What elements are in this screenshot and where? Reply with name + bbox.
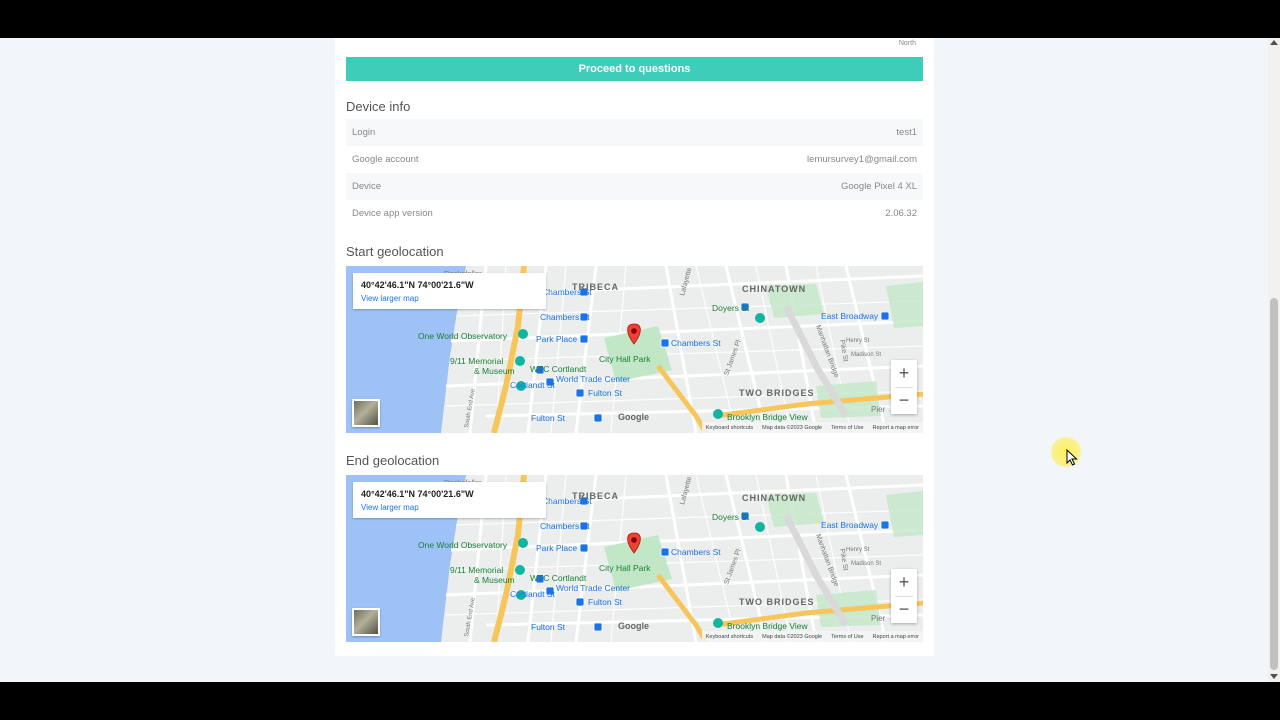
page-viewport: North Proceed to questions Device info L… — [0, 38, 1268, 682]
svg-text:Cortlandt St: Cortlandt St — [510, 380, 556, 390]
map-info-card: 40°42'46.1"N 74°00'21.6"W View larger ma… — [353, 273, 546, 309]
mouse-pointer-icon — [1066, 449, 1078, 466]
info-value: 2.06.32 — [885, 208, 917, 219]
svg-text:& Museum: & Museum — [474, 366, 515, 376]
svg-text:Pier: Pier — [871, 614, 886, 623]
device-info-title: Device info — [346, 99, 411, 114]
satellite-toggle-button[interactable] — [352, 608, 380, 636]
svg-text:Park Place: Park Place — [536, 543, 577, 553]
map-data-text: Map data ©2023 Google — [762, 633, 823, 640]
svg-text:Doyers St: Doyers St — [712, 303, 750, 313]
svg-text:Google: Google — [618, 412, 649, 422]
svg-text:Chambers St: Chambers St — [540, 521, 590, 531]
svg-text:Madison St: Madison St — [851, 561, 881, 567]
zoom-out-button[interactable]: − — [891, 387, 917, 414]
scrollbar-thumb[interactable] — [1270, 298, 1278, 670]
svg-text:WTC Cortlandt: WTC Cortlandt — [530, 573, 587, 583]
svg-text:Cortlandt St: Cortlandt St — [510, 589, 556, 599]
scroll-up-arrow-icon[interactable] — [1270, 40, 1278, 45]
svg-text:Chambers St: Chambers St — [542, 287, 592, 297]
svg-text:World Trade Center: World Trade Center — [556, 374, 630, 384]
coordinates-text: 40°42'46.1"N 74°00'21.6"W — [361, 280, 474, 290]
svg-text:9/11 Memorial: 9/11 Memorial — [450, 565, 503, 575]
svg-text:Chambers St: Chambers St — [542, 496, 592, 506]
zoom-controls: + − — [891, 360, 917, 414]
zoom-out-button[interactable]: − — [891, 596, 917, 623]
terms-link[interactable]: Terms of Use — [831, 634, 863, 640]
svg-text:Fulton St: Fulton St — [531, 413, 566, 423]
svg-text:One World Observatory: One World Observatory — [418, 540, 508, 550]
svg-text:CHINATOWN: CHINATOWN — [742, 493, 806, 503]
svg-text:TWO BRIDGES: TWO BRIDGES — [739, 597, 815, 607]
map-attribution: Keyboard shortcuts Map data ©2023 Google… — [701, 422, 923, 433]
start-geolocation-map[interactable]: TRIBECA CHINATOWN TWO BRIDGES One World … — [346, 266, 923, 433]
svg-text:TWO BRIDGES: TWO BRIDGES — [739, 388, 815, 398]
info-label: Device app version — [352, 208, 433, 219]
svg-text:Google: Google — [618, 621, 649, 631]
svg-text:Doyers St: Doyers St — [712, 512, 750, 522]
survey-card: North Proceed to questions Device info L… — [335, 38, 934, 656]
map-data-text: Map data ©2023 Google — [762, 424, 823, 431]
end-geolocation-title: End geolocation — [346, 453, 440, 468]
info-value: test1 — [896, 127, 917, 138]
start-geolocation-title: Start geolocation — [346, 244, 444, 259]
svg-text:East Broadway: East Broadway — [821, 520, 879, 530]
svg-text:Fulton St: Fulton St — [588, 597, 623, 607]
info-label: Google account — [352, 154, 419, 165]
report-map-error-link[interactable]: Report a map error — [873, 425, 919, 431]
svg-text:Chambers St: Chambers St — [671, 338, 721, 348]
svg-text:Fulton St: Fulton St — [588, 388, 623, 398]
info-label: Login — [352, 127, 376, 138]
svg-text:CHINATOWN: CHINATOWN — [742, 284, 806, 294]
info-row-login: Login test1 — [346, 119, 923, 146]
info-label: Device — [352, 181, 382, 192]
zoom-in-button[interactable]: + — [891, 569, 917, 596]
vertical-scrollbar[interactable] — [1268, 38, 1280, 682]
svg-text:Brooklyn Bridge View: Brooklyn Bridge View — [727, 412, 808, 422]
satellite-toggle-button[interactable] — [352, 399, 380, 427]
svg-text:WTC Cortlandt: WTC Cortlandt — [530, 364, 587, 374]
zoom-in-button[interactable]: + — [891, 360, 917, 387]
info-row-google-account: Google account lemursurvey1@gmail.com — [346, 146, 923, 173]
zoom-controls: + − — [891, 569, 917, 623]
view-larger-map-link[interactable]: View larger map — [361, 294, 419, 303]
keyboard-shortcuts-link[interactable]: Keyboard shortcuts — [706, 425, 753, 431]
svg-text:Chambers St: Chambers St — [671, 547, 721, 557]
map-attribution: Keyboard shortcuts Map data ©2023 Google… — [701, 631, 923, 642]
svg-text:Fulton St: Fulton St — [531, 622, 566, 632]
proceed-to-questions-button[interactable]: Proceed to questions — [346, 57, 923, 81]
svg-text:City Hall Park: City Hall Park — [599, 563, 651, 573]
keyboard-shortcuts-link[interactable]: Keyboard shortcuts — [706, 634, 753, 640]
coordinates-text: 40°42'46.1"N 74°00'21.6"W — [361, 489, 474, 499]
svg-text:East Broadway: East Broadway — [821, 311, 879, 321]
end-geolocation-map[interactable]: TRIBECA CHINATOWN TWO BRIDGES One World … — [346, 475, 923, 642]
svg-text:Pier: Pier — [871, 405, 886, 414]
map-info-card: 40°42'46.1"N 74°00'21.6"W View larger ma… — [353, 482, 546, 518]
report-map-error-link[interactable]: Report a map error — [873, 634, 919, 640]
info-row-app-version: Device app version 2.06.32 — [346, 200, 923, 227]
compass-label: North — [898, 40, 916, 47]
svg-text:Chambers St: Chambers St — [540, 312, 590, 322]
terms-link[interactable]: Terms of Use — [831, 425, 863, 431]
view-larger-map-link[interactable]: View larger map — [361, 503, 419, 512]
svg-text:9/11 Memorial: 9/11 Memorial — [450, 356, 503, 366]
svg-text:World Trade Center: World Trade Center — [556, 583, 630, 593]
svg-text:One World Observatory: One World Observatory — [418, 331, 508, 341]
svg-text:City Hall Park: City Hall Park — [599, 354, 651, 364]
svg-text:Brooklyn Bridge View: Brooklyn Bridge View — [727, 621, 808, 631]
info-value: Google Pixel 4 XL — [840, 181, 917, 192]
info-row-device: Device Google Pixel 4 XL — [346, 173, 923, 200]
svg-text:Madison St: Madison St — [851, 352, 881, 358]
svg-text:Park Place: Park Place — [536, 334, 577, 344]
svg-text:Henry St: Henry St — [846, 547, 870, 553]
svg-text:& Museum: & Museum — [474, 575, 515, 585]
svg-text:Henry St: Henry St — [846, 338, 870, 344]
scroll-down-arrow-icon[interactable] — [1270, 674, 1278, 679]
info-value: lemursurvey1@gmail.com — [807, 154, 917, 165]
